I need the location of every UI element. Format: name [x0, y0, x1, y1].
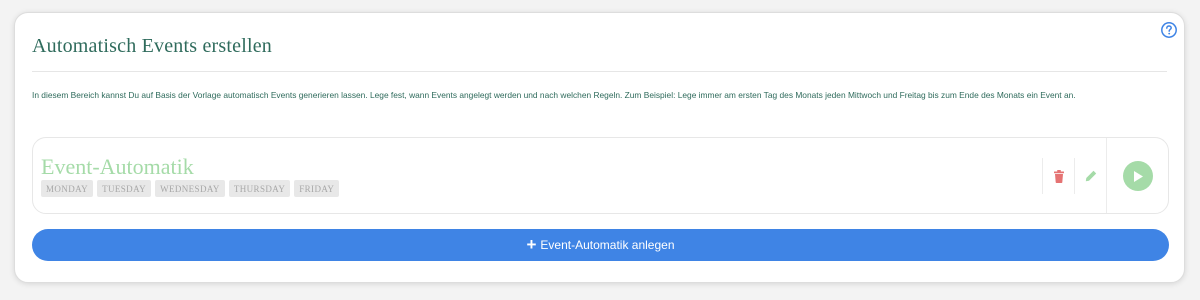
run-automation-button[interactable] [1123, 161, 1153, 191]
edit-button[interactable] [1082, 166, 1100, 186]
delete-button[interactable] [1050, 166, 1068, 186]
action-divider [1042, 158, 1043, 194]
add-automation-button[interactable]: + Event-Automatik anlegen [32, 229, 1169, 261]
plus-icon: + [526, 234, 537, 254]
event-automation-panel: Automatisch Events erstellen In diesem B… [14, 12, 1185, 283]
trash-icon [1054, 169, 1064, 183]
pencil-icon [1085, 170, 1097, 182]
add-automation-label: Event-Automatik anlegen [540, 238, 675, 252]
automation-name: Event-Automatik [41, 154, 194, 179]
weekday-tag: MONDAY [41, 180, 94, 197]
automation-item: Event-Automatik MONDAY TUESDAY WEDNESDAY… [32, 137, 1169, 214]
weekday-tag: THURSDAY [228, 180, 291, 197]
panel-description: In diesem Bereich kannst Du auf Basis de… [32, 90, 1076, 100]
weekday-tag: WEDNESDAY [155, 180, 225, 197]
action-divider [1074, 158, 1075, 194]
action-divider [1106, 138, 1107, 213]
play-icon [1134, 170, 1143, 182]
title-divider [32, 71, 1167, 72]
weekday-tag: FRIDAY [294, 180, 340, 197]
panel-title: Automatisch Events erstellen [32, 35, 272, 57]
weekday-tag: TUESDAY [97, 180, 152, 197]
weekday-list: MONDAY TUESDAY WEDNESDAY THURSDAY FRIDAY [41, 180, 340, 197]
help-icon[interactable] [1160, 21, 1178, 39]
